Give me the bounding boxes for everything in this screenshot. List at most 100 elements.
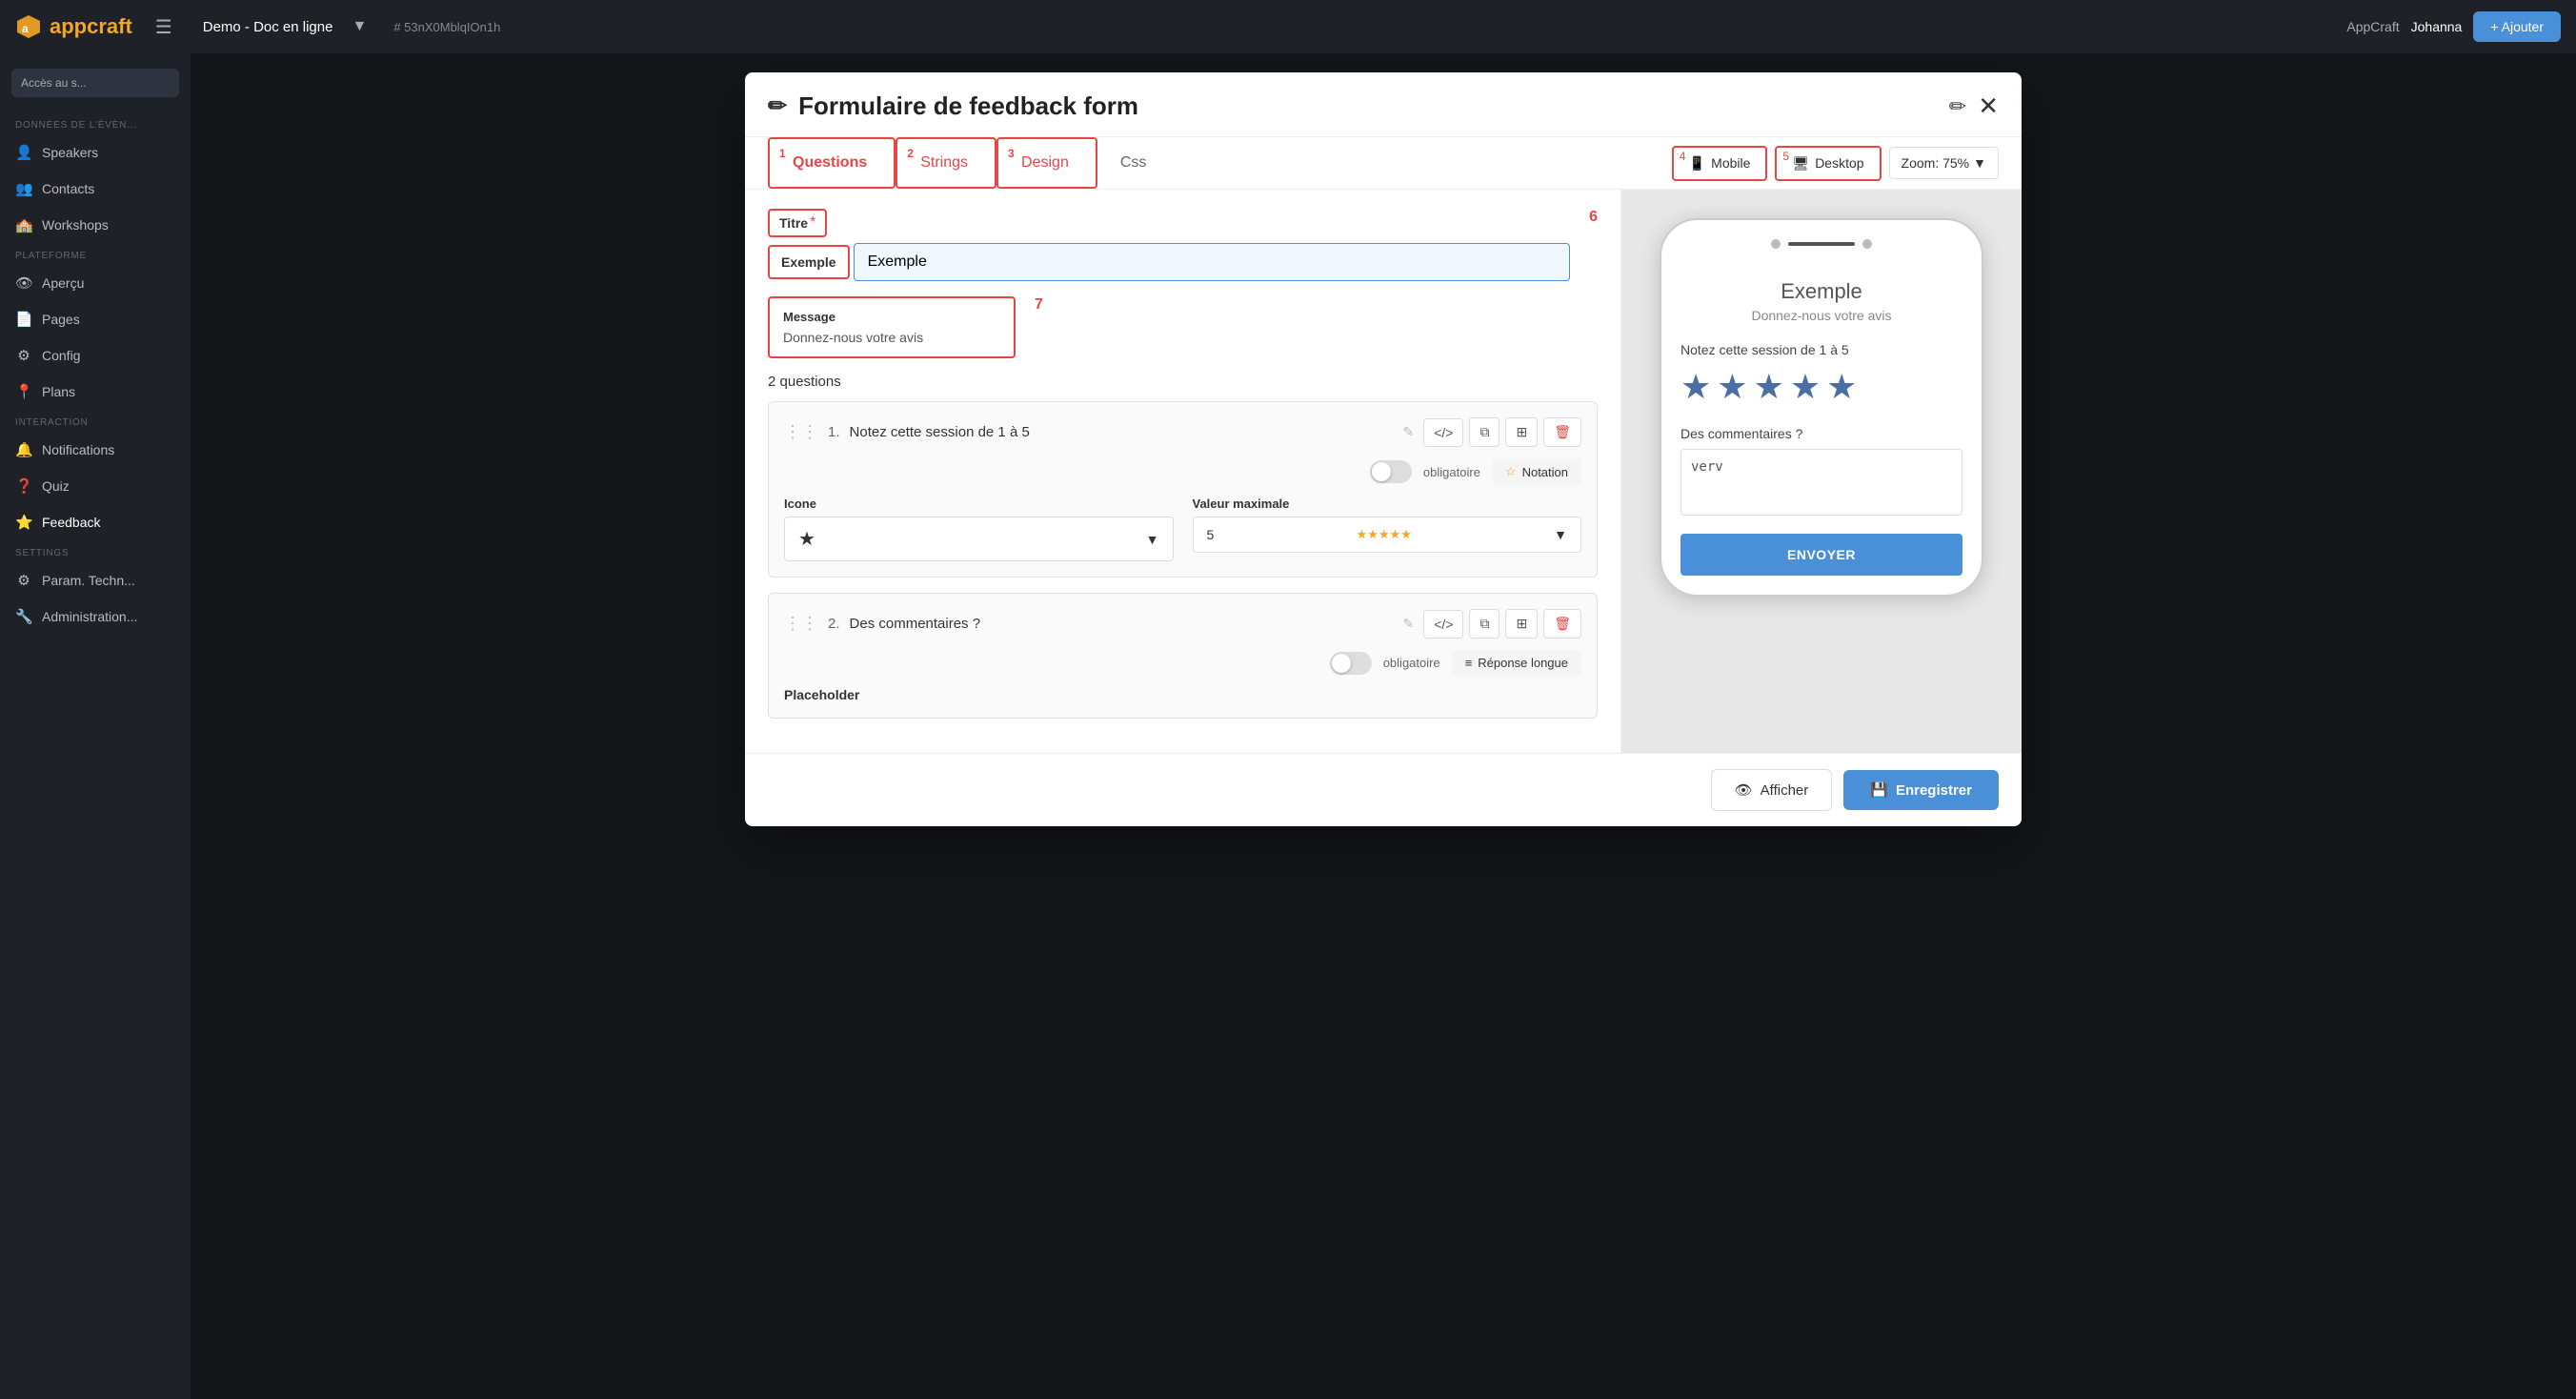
- project-name[interactable]: Demo - Doc en ligne: [203, 19, 333, 35]
- sidebar-item-config[interactable]: ⚙ Config: [0, 337, 191, 374]
- duplicate-btn-1[interactable]: ⊞: [1505, 417, 1538, 447]
- titre-label-row: Titre *: [768, 209, 1570, 237]
- tab-strings[interactable]: 2 Strings: [896, 137, 996, 189]
- toggle-obligatoire-2[interactable]: [1330, 652, 1372, 675]
- drag-handle-1[interactable]: ⋮⋮: [784, 422, 818, 442]
- drag-handle-2[interactable]: ⋮⋮: [784, 614, 818, 634]
- edit-icon-2[interactable]: ✎: [1403, 616, 1415, 632]
- tab-questions[interactable]: 1 Questions: [768, 137, 896, 189]
- enregistrer-label: Enregistrer: [1896, 782, 1972, 799]
- sidebar-item-feedback[interactable]: ⭐ Feedback: [0, 504, 191, 540]
- modal-footer: 👁 Afficher 💾 Enregistrer: [745, 753, 2022, 826]
- question-1-number: 1.: [828, 424, 840, 440]
- valeur-max-select[interactable]: 5 ★★★★★ ▼: [1193, 517, 1582, 553]
- sidebar-item-pages[interactable]: 📄 Pages: [0, 301, 191, 337]
- zoom-select[interactable]: Zoom: 75% ▼: [1889, 147, 1999, 179]
- sidebar-label-workshops: Workshops: [42, 217, 109, 233]
- sidebar-item-notifications[interactable]: 🔔 Notifications: [0, 432, 191, 468]
- copy-btn-2[interactable]: ⧉: [1469, 609, 1499, 639]
- apercu-icon: 👁: [15, 274, 32, 292]
- modal-close-button[interactable]: ✕: [1978, 91, 1999, 121]
- tab-css[interactable]: Css: [1097, 137, 1170, 189]
- plans-icon: 📍: [15, 383, 32, 400]
- config-icon: ⚙: [15, 347, 32, 364]
- feedback-icon: ⭐: [15, 514, 32, 531]
- sidebar-item-quiz[interactable]: ❓ Quiz: [0, 468, 191, 504]
- edit-icon-1[interactable]: ✎: [1403, 424, 1415, 440]
- delete-btn-1[interactable]: 🗑: [1543, 417, 1581, 447]
- appcraft-label: AppCraft: [2346, 19, 2399, 34]
- titre-label-box: Titre *: [768, 209, 827, 237]
- icone-label: Icone: [784, 497, 1174, 511]
- sidebar-item-admin[interactable]: 🔧 Administration...: [0, 598, 191, 635]
- preview-send-button[interactable]: ENVOYER: [1680, 534, 1962, 576]
- valeur-max-label: Valeur maximale: [1193, 497, 1582, 511]
- tab-mobile[interactable]: 4 📱 Mobile: [1672, 146, 1768, 181]
- modal-tabs-row: 1 Questions 2 Strings 3 Design Css: [745, 137, 2022, 190]
- type-badge-1[interactable]: ☆ Notation: [1492, 458, 1581, 485]
- modal-title-text: Formulaire de feedback form: [798, 91, 1138, 121]
- tab-desktop[interactable]: 5 🖥 Desktop: [1775, 146, 1881, 181]
- star-5: ★: [1826, 367, 1857, 407]
- icone-select[interactable]: ★ ▼: [784, 517, 1174, 561]
- tab-design[interactable]: 3 Design: [996, 137, 1097, 189]
- question-2-actions: ✎ </> ⧉ ⊞ 🗑: [1403, 609, 1582, 639]
- delete-btn-2[interactable]: 🗑: [1543, 609, 1581, 639]
- desktop-icon: 🖥: [1792, 155, 1809, 172]
- project-hash: # 53nX0MblqIOn1h: [393, 20, 500, 34]
- sidebar-section-donnees: DONNÉES DE L'ÉVÈN...: [0, 112, 191, 134]
- add-button[interactable]: + Ajouter: [2473, 11, 2561, 42]
- sidebar-item-workshops[interactable]: 🏫 Workshops: [0, 207, 191, 243]
- question-1-header-left: ⋮⋮ 1. Notez cette session de 1 à 5: [784, 422, 1030, 442]
- obligatoire-label-2: obligatoire: [1383, 656, 1440, 670]
- access-button[interactable]: Accès au s...: [11, 69, 179, 97]
- copy-btn-1[interactable]: ⧉: [1469, 417, 1499, 447]
- main-area: ✏ Formulaire de feedback form ✏ ✕ 1 Ques…: [191, 53, 2576, 1399]
- annotation-7: 7: [1035, 296, 1043, 314]
- phone-mockup: Exemple Donnez-nous votre avis Notez cet…: [1660, 218, 1983, 597]
- question-1-selects: Icone ★ ▼ Valeur maximale 5: [784, 497, 1581, 561]
- message-text: Donnez-nous votre avis: [783, 330, 1000, 345]
- menu-icon[interactable]: ☰: [155, 15, 172, 39]
- admin-icon: 🔧: [15, 608, 32, 625]
- sidebar-item-apercu[interactable]: 👁 Aperçu: [0, 265, 191, 301]
- topbar-right: AppCraft Johanna + Ajouter: [2346, 11, 2561, 42]
- app-logo: a appcraft: [15, 13, 132, 40]
- user-name[interactable]: Johanna: [2411, 19, 2463, 34]
- modal-title-icon: ✏: [768, 92, 787, 120]
- sidebar-item-contacts[interactable]: 👥 Contacts: [0, 171, 191, 207]
- duplicate-btn-2[interactable]: ⊞: [1505, 609, 1538, 639]
- layout: Accès au s... DONNÉES DE L'ÉVÈN... 👤 Spe…: [0, 53, 2576, 1399]
- toggle-obligatoire-1[interactable]: [1370, 460, 1412, 483]
- titre-field: Titre * Exemple: [768, 209, 1570, 281]
- sidebar: Accès au s... DONNÉES DE L'ÉVÈN... 👤 Spe…: [0, 53, 191, 1399]
- placeholder-label: Placeholder: [784, 687, 1581, 702]
- sidebar-item-speakers[interactable]: 👤 Speakers: [0, 134, 191, 171]
- enregistrer-button[interactable]: 💾 Enregistrer: [1843, 770, 1999, 810]
- modal-overlay: ✏ Formulaire de feedback form ✏ ✕ 1 Ques…: [191, 53, 2576, 1399]
- titre-input-row: Exemple: [768, 243, 1570, 281]
- code-btn-2[interactable]: </>: [1423, 610, 1463, 639]
- modal-edit-icon[interactable]: ✏: [1949, 94, 1966, 119]
- titre-input[interactable]: [854, 243, 1571, 281]
- sidebar-item-param[interactable]: ⚙ Param. Techn...: [0, 562, 191, 598]
- question-card-2: ⋮⋮ 2. Des commentaires ? ✎ </> ⧉ ⊞ 🗑: [768, 593, 1598, 719]
- question-1-header: ⋮⋮ 1. Notez cette session de 1 à 5 ✎ </>…: [784, 417, 1581, 447]
- type-badge-2[interactable]: ≡ Réponse longue: [1452, 650, 1581, 676]
- logo-text: appcraft: [50, 14, 132, 39]
- afficher-button[interactable]: 👁 Afficher: [1711, 769, 1833, 811]
- preview-comment-textarea[interactable]: verv: [1680, 449, 1962, 516]
- valeur-max-select-group: Valeur maximale 5 ★★★★★ ▼: [1193, 497, 1582, 561]
- icone-value: ★: [798, 527, 815, 551]
- tab-strings-label: Strings: [920, 154, 968, 171]
- tab-strings-number: 2: [907, 147, 914, 160]
- message-label: Message: [783, 310, 1000, 324]
- question-2-text: Des commentaires ?: [850, 616, 981, 632]
- phone-dot-1: [1771, 239, 1781, 249]
- preview-q2-label: Des commentaires ?: [1680, 426, 1962, 441]
- afficher-icon: 👁: [1735, 781, 1753, 799]
- sidebar-item-plans[interactable]: 📍 Plans: [0, 374, 191, 410]
- code-btn-1[interactable]: </>: [1423, 418, 1463, 447]
- tab-css-label: Css: [1120, 154, 1147, 171]
- annotation-6: 6: [1589, 209, 1598, 226]
